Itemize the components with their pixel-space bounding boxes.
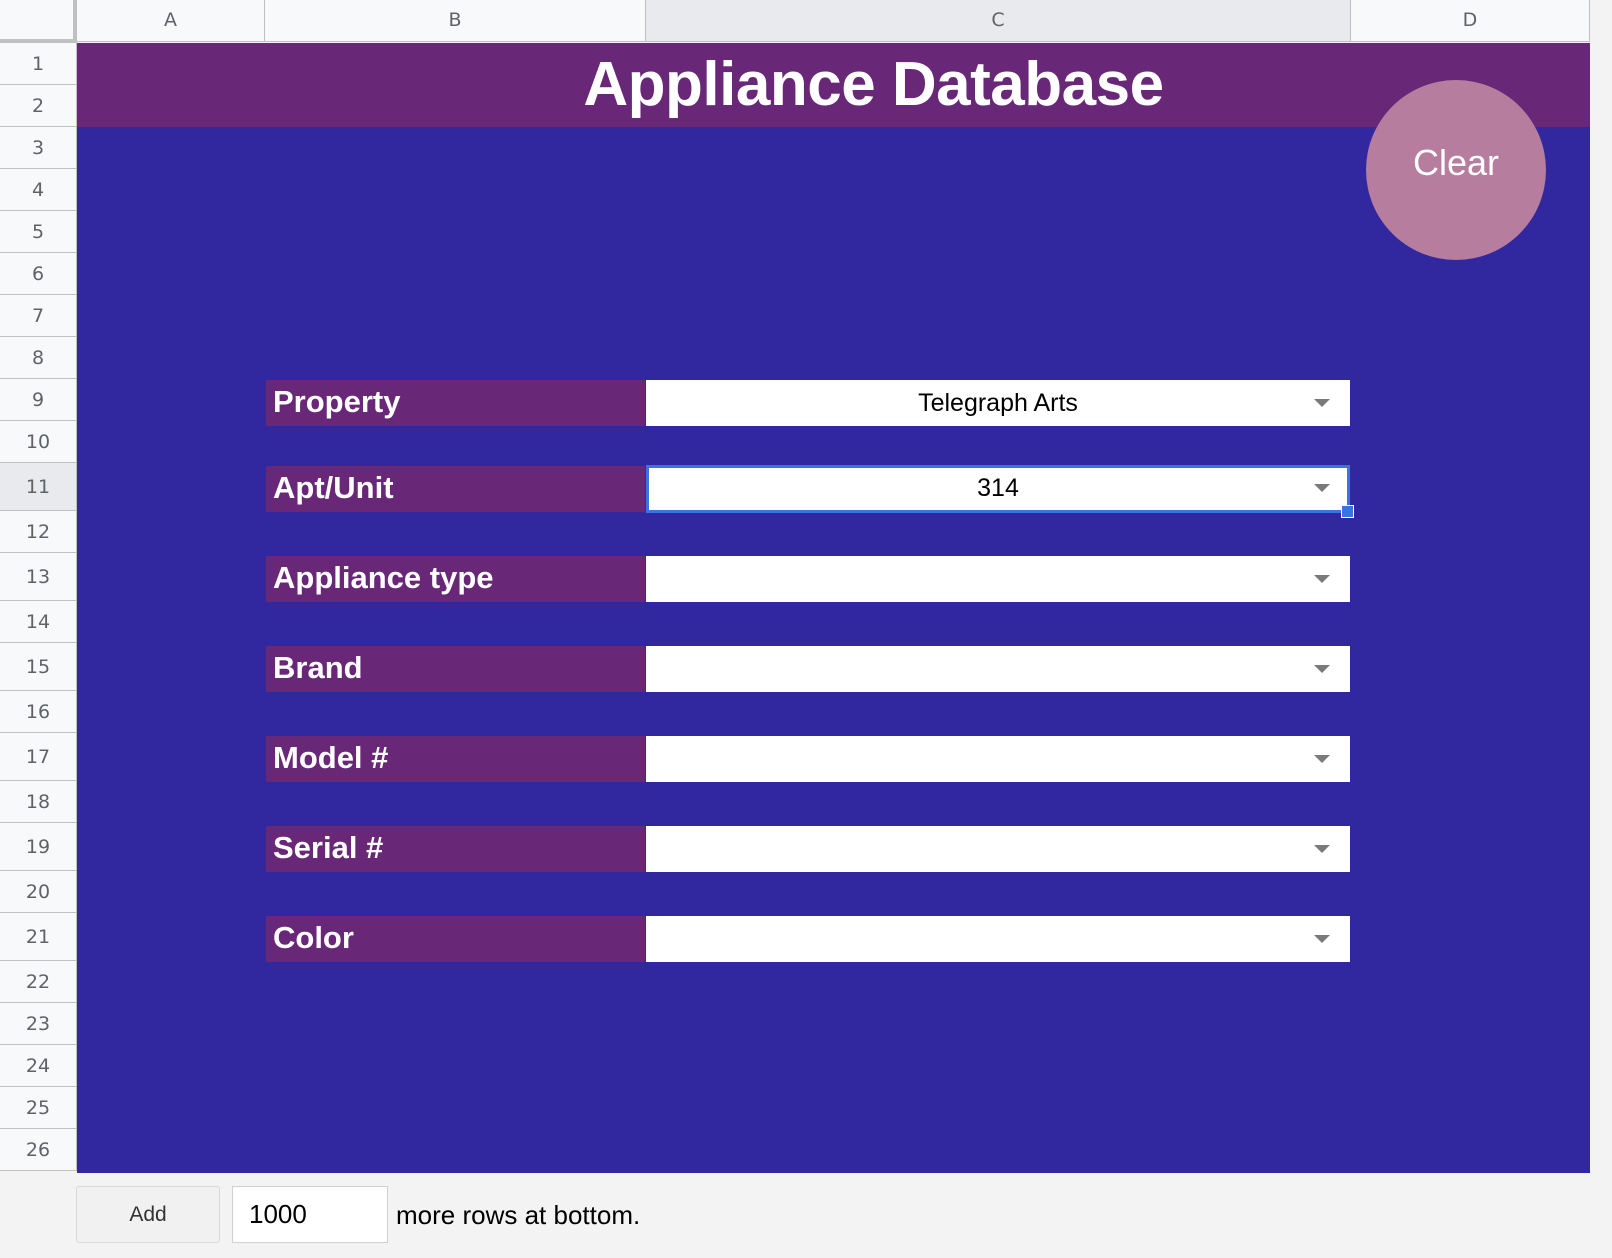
column-header-d[interactable]: D (1351, 0, 1590, 42)
add-rows-button[interactable]: Add (76, 1186, 220, 1243)
add-rows-button-label: Add (129, 1202, 167, 1226)
row-header-24[interactable]: 24 (0, 1045, 77, 1087)
row-header-18[interactable]: 18 (0, 781, 77, 823)
row-header-5[interactable]: 5 (0, 211, 77, 253)
color-label: Color (266, 916, 645, 962)
title-banner[interactable]: Appliance Database (77, 43, 1590, 127)
row-header-25[interactable]: 25 (0, 1087, 77, 1129)
row-header-22[interactable]: 22 (0, 961, 77, 1003)
row-header-23[interactable]: 23 (0, 1003, 77, 1045)
column-header-c[interactable]: C (646, 0, 1351, 42)
model-dropdown[interactable] (646, 736, 1350, 782)
row-header-20[interactable]: 20 (0, 871, 77, 913)
column-header-b[interactable]: B (265, 0, 646, 42)
apt-unit-label: Apt/Unit (266, 466, 645, 512)
row-header-7[interactable]: 7 (0, 295, 77, 337)
dropdown-arrow-icon[interactable] (1314, 665, 1330, 673)
apt-unit-value: 314 (977, 474, 1019, 502)
row-header-6[interactable]: 6 (0, 253, 77, 295)
row-header-1[interactable]: 1 (0, 43, 77, 85)
property-dropdown[interactable]: Telegraph Arts (646, 380, 1350, 426)
row-header-11[interactable]: 11 (0, 463, 77, 511)
sheet-title: Appliance Database (583, 50, 1164, 119)
row-header-4[interactable]: 4 (0, 169, 77, 211)
appliance-type-label: Appliance type (266, 556, 645, 602)
property-value: Telegraph Arts (918, 389, 1078, 417)
serial-dropdown[interactable] (646, 826, 1350, 872)
dropdown-arrow-icon[interactable] (1314, 755, 1330, 763)
color-dropdown[interactable] (646, 916, 1350, 962)
row-header-3[interactable]: 3 (0, 127, 77, 169)
apt-unit-dropdown[interactable]: 314 (646, 465, 1350, 513)
rows-text: more rows at bottom. (396, 1200, 641, 1230)
dropdown-arrow-icon[interactable] (1314, 935, 1330, 943)
appliance-type-dropdown[interactable] (646, 556, 1350, 602)
clear-button-label: Clear (1412, 142, 1500, 183)
sheet-grid[interactable] (77, 43, 1590, 1173)
row-header-13[interactable]: 13 (0, 553, 77, 601)
dropdown-arrow-icon[interactable] (1314, 575, 1330, 583)
row-header-26[interactable]: 26 (0, 1129, 77, 1171)
row-header-12[interactable]: 12 (0, 511, 77, 553)
row-header-2[interactable]: 2 (0, 85, 77, 127)
dropdown-arrow-icon[interactable] (1314, 399, 1330, 407)
column-header-a[interactable]: A (77, 0, 265, 42)
row-header-21[interactable]: 21 (0, 913, 77, 961)
select-all-corner[interactable] (0, 0, 77, 43)
dropdown-arrow-icon[interactable] (1314, 484, 1330, 492)
row-header-15[interactable]: 15 (0, 643, 77, 691)
rows-count-input[interactable] (232, 1186, 388, 1243)
row-header-9[interactable]: 9 (0, 379, 77, 421)
row-header-16[interactable]: 16 (0, 691, 77, 733)
row-header-17[interactable]: 17 (0, 733, 77, 781)
row-header-19[interactable]: 19 (0, 823, 77, 871)
row-header-10[interactable]: 10 (0, 421, 77, 463)
clear-button[interactable]: Clear (1366, 80, 1546, 260)
model-label: Model # (266, 736, 645, 782)
row-header-8[interactable]: 8 (0, 337, 77, 379)
row-header-14[interactable]: 14 (0, 601, 77, 643)
brand-label: Brand (266, 646, 645, 692)
serial-label: Serial # (266, 826, 645, 872)
property-label: Property (266, 380, 645, 426)
fill-handle[interactable] (1341, 505, 1354, 518)
dropdown-arrow-icon[interactable] (1314, 845, 1330, 853)
brand-dropdown[interactable] (646, 646, 1350, 692)
